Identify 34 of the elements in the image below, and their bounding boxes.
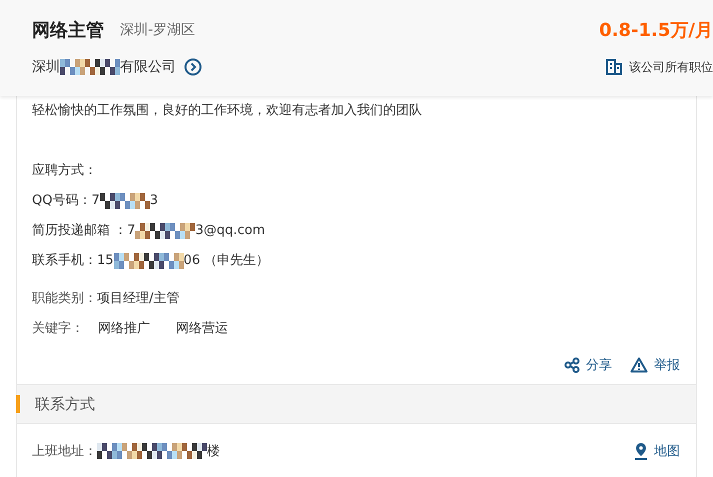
address-value: 楼	[207, 443, 220, 460]
job-location: 深圳-罗湖区	[120, 21, 196, 39]
apply-heading: 应聘方式：	[32, 162, 98, 180]
address-label: 上班地址：	[32, 443, 97, 460]
contact-value: 3@qq.com	[195, 222, 266, 240]
keyword[interactable]: 网络推广	[98, 321, 150, 336]
keyword[interactable]: 网络营运	[176, 321, 228, 336]
chevron-circle-icon[interactable]	[184, 58, 202, 76]
location-pin-icon	[634, 442, 648, 460]
keywords-label: 关键字：	[32, 321, 84, 336]
pixelated-mosaic	[60, 59, 120, 75]
job-title: 网络主管	[32, 19, 104, 42]
map-link[interactable]: 地图	[634, 442, 680, 460]
pixelated-mosaic	[114, 253, 184, 269]
pixelated-mosaic	[100, 193, 150, 209]
share-icon	[564, 357, 580, 373]
category-label: 职能类别：	[32, 291, 97, 306]
company-name[interactable]: 有限公司	[120, 58, 176, 76]
contact-value: 3	[150, 192, 158, 210]
company-name[interactable]: 深圳	[32, 58, 60, 76]
all-jobs-link[interactable]: 该公司所有职位	[629, 58, 713, 76]
intro-text: 轻松愉快的工作氛围，良好的工作环境，欢迎有志者加入我们的团队	[32, 102, 423, 120]
warning-icon	[630, 357, 648, 373]
category-value: 项目经理/主管	[97, 291, 180, 306]
pixelated-mosaic	[135, 223, 196, 239]
contact-value: 06 （申先生）	[184, 252, 270, 270]
contact-label: 简历投递邮箱 ：7	[32, 222, 136, 240]
contact-label: QQ号码：7	[32, 192, 100, 210]
section-title: 联系方式	[35, 394, 95, 414]
contact-label: 联系手机：15	[32, 252, 114, 270]
salary: 0.8-1.5万/月	[599, 19, 713, 42]
action-link[interactable]: 举报	[630, 356, 680, 374]
action-link[interactable]: 分享	[564, 356, 612, 374]
building-icon	[606, 59, 622, 75]
